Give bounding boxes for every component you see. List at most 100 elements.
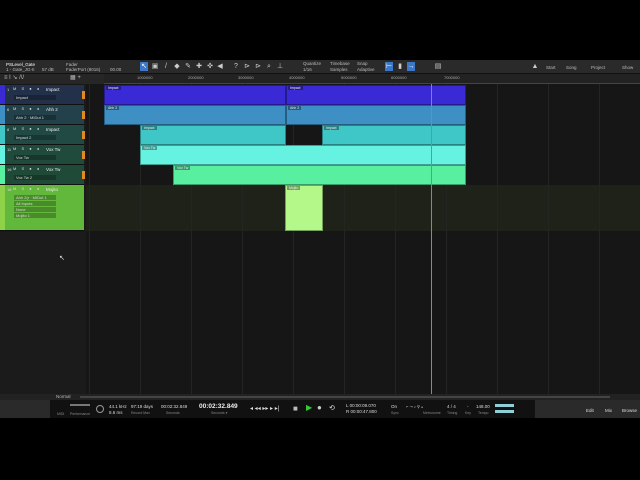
track-io-select[interactable]: All Inputs: [14, 201, 56, 206]
track-name[interactable]: Impact: [46, 87, 60, 92]
split-icon[interactable]: ⊥: [276, 62, 284, 71]
track-header[interactable]: 16 M S ● ◂ Vox Tw Vox Tw 2: [0, 165, 84, 185]
marker-icon[interactable]: ⊳: [243, 62, 251, 71]
track-buttons[interactable]: M S ● ◂: [13, 146, 41, 151]
add-track-icon[interactable]: ▦ +: [70, 75, 81, 81]
metronome-icons[interactable]: ⌐ ⊸ ♪ ⚲ ▵: [406, 404, 423, 409]
timebase-value[interactable]: Samples: [330, 67, 348, 72]
mix-button[interactable]: Mix: [605, 408, 612, 413]
track-io-select[interactable]: Ahh 2(r · MIDut 1: [14, 195, 56, 200]
track-header[interactable]: 1 M S ● ◂ Impact Impact: [0, 85, 84, 105]
timeline-ruler[interactable]: 1000000 2000000 3000000 4000000 5000000 …: [104, 74, 640, 84]
clip[interactable]: Impact: [140, 125, 286, 145]
clip[interactable]: Vox Tw: [173, 165, 466, 185]
start-button[interactable]: Start: [546, 65, 556, 70]
performance-meter: [70, 404, 90, 406]
song-button[interactable]: Song: [566, 65, 577, 70]
arrange-view[interactable]: Impact Impact Ahh 2 Ahh 2 Impact Impact …: [59, 84, 640, 400]
track-name[interactable]: Vox Tw: [46, 147, 60, 152]
track-header[interactable]: 11 M S ● ◂ Vox Tw Vox Tw: [0, 145, 84, 165]
sync-label: Sync: [391, 411, 399, 415]
listen-tool-icon[interactable]: ◀: [216, 62, 224, 71]
track-header[interactable]: 6 M S ● ◂ Ahh 2 Ahh 2 · MIDut 1: [0, 105, 84, 125]
key-label: Key: [465, 411, 472, 415]
dial-icon[interactable]: [96, 405, 104, 413]
loop-end[interactable]: R 00:00:47.800: [346, 409, 377, 414]
fader-value: 00.00: [110, 67, 122, 72]
show-button[interactable]: Show: [622, 65, 633, 70]
track-buttons[interactable]: M S ● ◂: [13, 126, 41, 131]
track-io-select[interactable]: Mojito 1: [14, 213, 56, 218]
browse-button[interactable]: Browse: [622, 408, 637, 413]
autoscroll-icon[interactable]: →: [407, 62, 415, 71]
track-header[interactable]: 18 M S ● ◂ Mojito Ahh 2(r · MIDut 1 All In…: [0, 185, 84, 231]
upload-icon[interactable]: ▲: [531, 62, 539, 71]
paint-tool-icon[interactable]: ✎: [184, 62, 192, 71]
zoom-icon[interactable]: ⌕: [265, 62, 273, 71]
loop-start[interactable]: L 00:00:09.070: [346, 403, 376, 408]
track-buttons[interactable]: M S ● ◂: [13, 86, 41, 91]
selected-track-lane: [86, 185, 640, 231]
track-io-select[interactable]: Impact 2: [14, 135, 56, 140]
skip-icon[interactable]: ⊳: [254, 62, 262, 71]
snap-grid-icon[interactable]: ⊢: [385, 62, 393, 71]
clip[interactable]: Ahh 2: [286, 105, 466, 125]
master-volume-slider[interactable]: [495, 410, 514, 413]
quantize-label: Quantize: [303, 61, 322, 66]
track-io-select[interactable]: Ahh 2 · MIDut 1: [14, 115, 56, 120]
track-io-select[interactable]: Impact: [14, 95, 56, 100]
track-buttons[interactable]: M S ● ◂: [13, 106, 41, 111]
quantize-value[interactable]: 1/16: [303, 67, 312, 72]
stop-icon[interactable]: ■: [293, 404, 298, 413]
sync-value[interactable]: On: [391, 404, 397, 409]
eraser-tool-icon[interactable]: ◆: [173, 62, 181, 71]
project-button[interactable]: Project: [591, 65, 605, 70]
rewind-icons[interactable]: ◂ ◂◂ ▸▸ ▸ ▸|: [250, 405, 279, 412]
track-io-select[interactable]: Vox Tw: [14, 155, 56, 160]
arrow-tool-icon[interactable]: ↖: [140, 62, 148, 71]
horizontal-scrollbar[interactable]: [80, 396, 610, 398]
track-name[interactable]: Ahh 2: [46, 107, 58, 112]
snap-value[interactable]: Adaptive: [357, 67, 375, 72]
key-value[interactable]: -: [467, 404, 469, 409]
fader-device[interactable]: FaderPort (8016): [66, 67, 100, 72]
clip-label: Vox Tw: [175, 166, 191, 170]
track-buttons[interactable]: M S ● ◂: [13, 166, 41, 171]
layout-icon[interactable]: ▤: [434, 62, 442, 71]
clip[interactable]: Ahh 2: [104, 105, 286, 125]
clip[interactable]: Impact: [286, 85, 466, 105]
track-header[interactable]: 8 M S ● ◂ Impact Impact 2: [0, 125, 84, 145]
track-name[interactable]: Vox Tw: [46, 167, 60, 172]
track-io-select[interactable]: None: [14, 207, 56, 212]
clip[interactable]: Vox Tw: [140, 145, 466, 165]
range-tool-icon[interactable]: ▣: [151, 62, 159, 71]
edit-button[interactable]: Edit: [586, 408, 594, 413]
bend-tool-icon[interactable]: ✜: [206, 62, 214, 71]
list-icon[interactable]: ≡ ǀ ↘ /\/: [4, 75, 24, 81]
transport-bar: MIDI Performance 44.1 kHz 8.6 ms 97:19 d…: [0, 400, 640, 418]
mute-tool-icon[interactable]: ✚: [195, 62, 203, 71]
track-name[interactable]: Impact: [46, 127, 60, 132]
track-io-select[interactable]: Vox Tw 2: [14, 175, 56, 180]
record-icon[interactable]: ●: [317, 403, 322, 412]
snap-events-icon[interactable]: ▮: [396, 62, 404, 71]
loop-icon[interactable]: ⟲: [329, 404, 335, 412]
grid-line: [599, 84, 600, 400]
clip-label: Impact: [288, 86, 303, 90]
playhead[interactable]: [431, 84, 432, 400]
play-icon[interactable]: ▶: [306, 403, 312, 412]
grid-line: [497, 84, 498, 400]
track-number: 1: [7, 87, 10, 92]
track-buttons[interactable]: M S ● ◂: [13, 186, 41, 191]
split-tool-icon[interactable]: /: [162, 62, 170, 71]
track-name[interactable]: Mojito: [46, 187, 58, 192]
clip[interactable]: Impact: [322, 125, 466, 145]
tempo-value[interactable]: 148.00: [476, 404, 490, 409]
help-icon[interactable]: ?: [232, 62, 240, 71]
primary-time-format[interactable]: Seconds ▾: [211, 411, 227, 415]
clip[interactable]: Impact: [104, 85, 286, 105]
clip[interactable]: Mojito: [285, 185, 323, 231]
mode-label[interactable]: Normal: [56, 394, 71, 399]
latency: 8.6 ms: [109, 410, 123, 415]
time-signature[interactable]: 4 / 4: [447, 404, 456, 409]
